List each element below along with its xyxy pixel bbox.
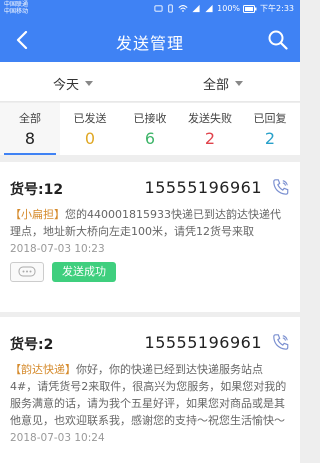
signal-2-icon (205, 4, 213, 13)
battery-icon (243, 4, 257, 13)
tab-failed[interactable]: 发送失败 2 (180, 103, 240, 155)
tab-label: 全部 (19, 112, 41, 125)
ticket-number: 货号:12 (10, 182, 64, 198)
status-bar: 中国联通 中国移动 100% 下午2:33 (0, 0, 300, 18)
record-header: 货号:12 15555196961 (10, 162, 290, 202)
page-title: 发送管理 (115, 34, 184, 53)
phone-call-icon[interactable] (272, 333, 290, 351)
message-content: 【小扁担】您的440001815933快递已到达韵达快递代理点，地址新大桥向左走… (10, 206, 290, 240)
tab-label: 发送失败 (188, 112, 232, 125)
carrier-info: 中国联通 中国移动 (4, 1, 28, 15)
message-signature: 【韵达快递】 (10, 363, 76, 376)
status-icons: 100% 下午2:33 (154, 3, 294, 14)
record-card[interactable]: 货号:2 15555196961 【韵达快递】你好，你的快递已经到达快递服务站点… (0, 317, 300, 463)
record-header: 货号:2 15555196961 (10, 317, 290, 357)
wifi-icon (178, 5, 188, 12)
message-content: 【韵达快递】你好，你的快递已经到达快递服务站点4#，请凭货号2来取件，很高兴为您… (10, 361, 290, 429)
nav-bar: 发送管理 (0, 18, 300, 62)
phone-call-icon[interactable] (272, 178, 290, 196)
tab-count: 2 (204, 129, 216, 148)
filter-bar: 今天 全部 (0, 62, 300, 102)
battery-percent: 100% (217, 4, 241, 13)
phone-number: 15555196961 (144, 333, 262, 352)
reply-button[interactable] (10, 262, 44, 282)
record-actions: 发送成功 (10, 262, 290, 282)
ticket-number: 货号:2 (10, 337, 54, 353)
carrier-2: 中国移动 (4, 8, 29, 15)
record-card[interactable]: 货号:12 15555196961 【小扁担】您的440001815933快递已… (0, 162, 300, 312)
message-signature: 【小扁担】 (10, 208, 65, 221)
vibrate-icon (168, 4, 173, 13)
status-filter-dropdown[interactable]: 全部 (203, 74, 244, 93)
app-header: 中国联通 中国移动 100% 下午2:33 发送管理 (0, 0, 300, 62)
status-badge: 发送成功 (52, 262, 116, 282)
tab-count: 6 (144, 129, 156, 148)
date-filter-label: 今天 (53, 78, 80, 93)
status-tabs: 全部 8 已发送 0 已接收 6 发送失败 2 已回复 2 (0, 103, 300, 155)
search-icon (268, 30, 288, 50)
notification-icon (154, 5, 163, 12)
message-time: 2018-07-03 10:24 (10, 432, 105, 444)
tab-count: 8 (24, 129, 36, 148)
tab-label: 已接收 (133, 112, 167, 125)
tab-sent[interactable]: 已发送 0 (60, 103, 120, 155)
tab-count: 2 (264, 129, 276, 148)
tab-label: 已回复 (253, 112, 287, 125)
caret-down-icon (85, 81, 94, 86)
tab-received[interactable]: 已接收 6 (120, 103, 180, 155)
tab-label: 已发送 (73, 112, 107, 125)
chat-bubble-icon (18, 266, 36, 277)
phone-number: 15555196961 (144, 178, 262, 197)
tab-replied[interactable]: 已回复 2 (240, 103, 300, 155)
message-time: 2018-07-03 10:23 (10, 243, 105, 255)
search-button[interactable] (264, 26, 292, 54)
date-filter-dropdown[interactable]: 今天 (53, 74, 94, 93)
tab-count: 0 (84, 129, 96, 148)
status-filter-label: 全部 (203, 78, 230, 93)
clock: 下午2:33 (260, 4, 294, 13)
carrier-1: 中国联通 (4, 1, 29, 8)
caret-down-icon (235, 81, 244, 86)
signal-icon (192, 4, 200, 13)
tab-all[interactable]: 全部 8 (0, 103, 60, 155)
